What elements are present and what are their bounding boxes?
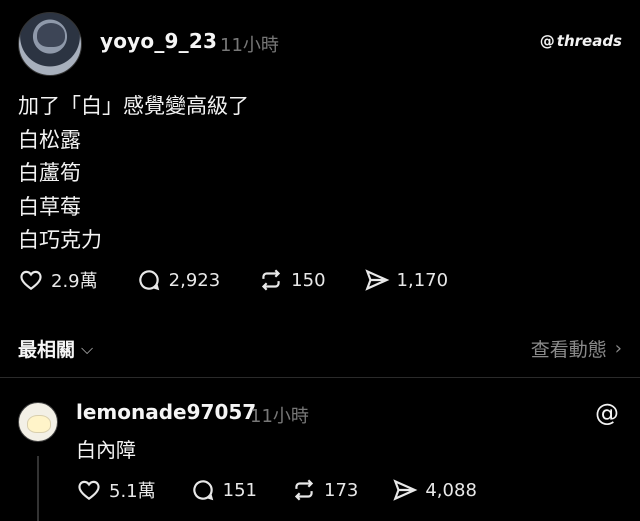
chevron-down-icon: ⌵ bbox=[81, 338, 94, 358]
repost-icon bbox=[294, 479, 314, 501]
heart-icon bbox=[20, 270, 42, 290]
sort-label: 最相關 bbox=[18, 339, 76, 361]
post-line: 白巧克力 bbox=[18, 228, 102, 252]
comment-button[interactable]: 151 bbox=[190, 477, 257, 503]
comment-icon bbox=[138, 270, 159, 291]
reply-text: 白內障 bbox=[76, 438, 136, 462]
sort-dropdown[interactable]: 最相關 ⌵ bbox=[18, 335, 93, 362]
comment-button[interactable]: 2,923 bbox=[136, 267, 221, 293]
threads-logo-icon[interactable]: @ bbox=[592, 398, 622, 428]
view-activity-link[interactable]: 查看動態 › bbox=[531, 335, 622, 362]
send-icon bbox=[364, 269, 389, 291]
share-button[interactable]: 1,170 bbox=[364, 267, 449, 293]
comment-icon bbox=[192, 480, 213, 501]
post-actions: 2.9萬 2,923 150 1,170 bbox=[18, 264, 486, 296]
view-activity-label: 查看動態 bbox=[530, 339, 607, 361]
comment-count: 2,923 bbox=[168, 269, 221, 291]
post-line: 白草莓 bbox=[18, 194, 81, 219]
share-button[interactable]: 4,088 bbox=[392, 477, 477, 503]
threads-brand-label: threads bbox=[556, 32, 622, 50]
threads-brand[interactable]: @ threads bbox=[540, 32, 622, 50]
chevron-right-icon: › bbox=[614, 338, 622, 359]
post-line: 白松露 bbox=[18, 127, 81, 152]
like-count: 5.1萬 bbox=[109, 481, 156, 502]
send-icon bbox=[393, 479, 418, 501]
post-line: 白蘆筍 bbox=[18, 161, 81, 185]
repost-button[interactable]: 150 bbox=[258, 267, 326, 293]
post: yoyo_9_23 11小時 @ threads 加了「白」感覺變高級了 白松露… bbox=[0, 0, 640, 320]
like-button[interactable]: 5.1萬 bbox=[76, 477, 156, 503]
post-line: 加了「白」感覺變高級了 bbox=[18, 94, 249, 118]
heart-icon bbox=[78, 480, 100, 500]
like-count: 2.9萬 bbox=[51, 271, 98, 292]
reply-time: 11小時 bbox=[250, 406, 309, 427]
thread-line bbox=[37, 456, 39, 521]
threads-logo-icon: @ bbox=[539, 32, 555, 50]
reply-username[interactable]: lemonade97057 bbox=[76, 400, 256, 424]
share-count: 4,088 bbox=[425, 479, 477, 501]
repost-count: 150 bbox=[291, 269, 326, 291]
reply-avatar-face bbox=[27, 415, 51, 433]
repost-count: 173 bbox=[324, 479, 359, 501]
reply-avatar[interactable] bbox=[18, 402, 58, 442]
comment-count: 151 bbox=[222, 479, 257, 501]
author-avatar[interactable] bbox=[18, 12, 82, 76]
share-count: 1,170 bbox=[396, 269, 449, 291]
reply-actions: 5.1萬 151 173 4,088 bbox=[76, 475, 511, 505]
like-button[interactable]: 2.9萬 bbox=[18, 267, 98, 293]
repost-button[interactable]: 173 bbox=[291, 477, 358, 503]
repost-icon bbox=[262, 269, 281, 291]
post-time: 11小時 bbox=[220, 35, 279, 56]
reply: lemonade97057 11小時 @ 白內障 5.1萬 151 173 4,… bbox=[0, 378, 640, 521]
author-username[interactable]: yoyo_9_23 bbox=[100, 29, 217, 53]
post-body: 加了「白」感覺變高級了 白松露 白蘆筍 白草莓 白巧克力 bbox=[18, 90, 249, 258]
